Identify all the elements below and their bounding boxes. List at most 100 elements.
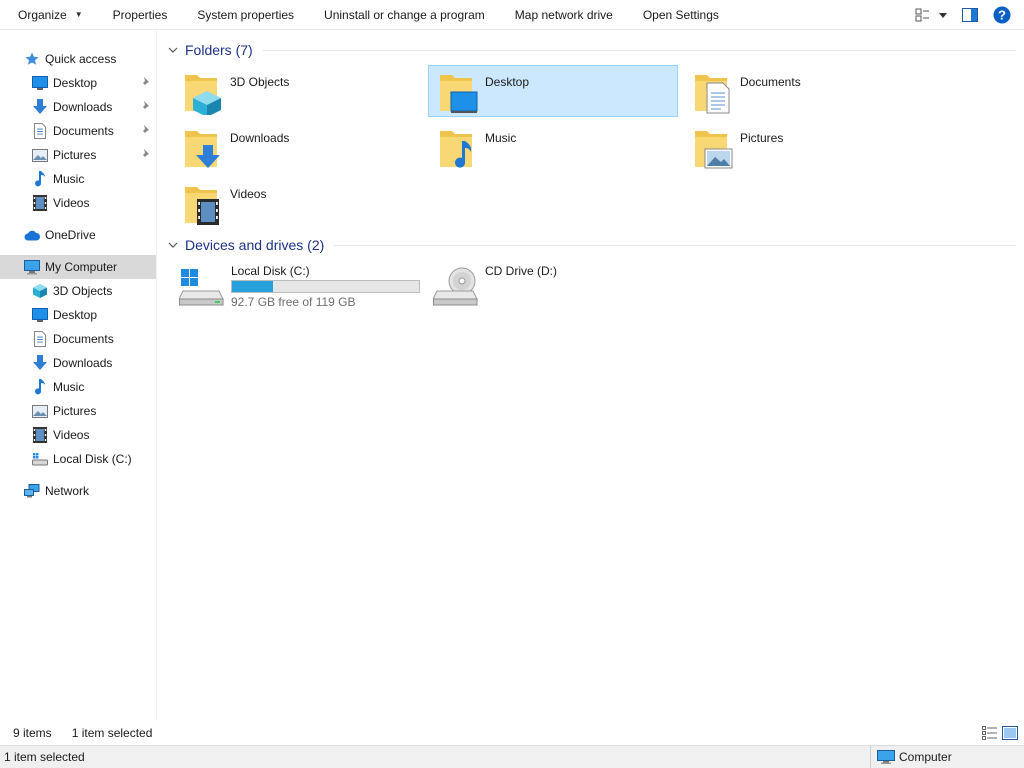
- document-icon: [31, 330, 49, 348]
- map-network-drive-button[interactable]: Map network drive: [500, 0, 628, 30]
- folder-tile-desktop[interactable]: Desktop: [428, 65, 678, 117]
- folder-tile-3d-objects[interactable]: 3D Objects: [173, 65, 423, 117]
- film-strip-icon: [31, 426, 49, 444]
- folders-group-header[interactable]: Folders (7): [166, 38, 1016, 62]
- chevron-down-icon: [166, 47, 180, 53]
- tile-label: Downloads: [230, 131, 290, 145]
- nav-quick-documents[interactable]: Documents: [0, 119, 156, 143]
- tile-label: Desktop: [485, 75, 530, 89]
- folder-tile-downloads[interactable]: Downloads: [173, 121, 423, 173]
- music-note-icon: [31, 378, 49, 396]
- nav-computer-3d-objects[interactable]: 3D Objects: [0, 279, 156, 303]
- pin-icon[interactable]: [140, 100, 152, 112]
- star-icon: [23, 50, 41, 68]
- system-properties-button[interactable]: System properties: [182, 0, 309, 30]
- file-list-view: Folders (7) 3D Objects Desktop Documents…: [160, 31, 1024, 721]
- film-strip-icon: [31, 194, 49, 212]
- pin-icon[interactable]: [140, 124, 152, 136]
- chevron-down-icon: ▼: [74, 10, 83, 19]
- nav-onedrive[interactable]: OneDrive: [0, 223, 156, 247]
- nav-label: Downloads: [53, 356, 113, 370]
- nav-label: Music: [53, 172, 85, 186]
- nav-quick-pictures[interactable]: Pictures: [0, 143, 156, 167]
- folder-downloads-icon: [185, 131, 220, 168]
- folder-desktop-icon: [440, 75, 478, 113]
- organize-label: Organize: [18, 7, 67, 22]
- open-settings-button[interactable]: Open Settings: [628, 0, 734, 30]
- change-view-button[interactable]: [910, 0, 954, 30]
- command-bar: Organize ▼ Properties System properties …: [0, 0, 1024, 30]
- nav-label: Local Disk (C:): [53, 452, 132, 466]
- drive-tile-local-disk[interactable]: Local Disk (C:) 92.7 GB free of 119 GB: [161, 261, 420, 313]
- nav-label: Music: [53, 380, 85, 394]
- nav-label: Pictures: [53, 148, 97, 162]
- cloud-icon: [23, 226, 41, 244]
- pin-icon[interactable]: [140, 148, 152, 160]
- drives-group-header[interactable]: Devices and drives (2): [166, 233, 1016, 257]
- properties-button[interactable]: Properties: [98, 0, 183, 30]
- details-view-icon[interactable]: [982, 726, 998, 740]
- group-title: Folders (7): [185, 42, 253, 58]
- folder-tile-music[interactable]: Music: [428, 121, 678, 173]
- disk-usage-fill: [232, 281, 274, 292]
- bottom-selected-count: 1 item selected: [4, 750, 85, 764]
- nav-computer-downloads[interactable]: Downloads: [0, 351, 156, 375]
- nav-label: Network: [45, 484, 90, 498]
- computer-icon: [877, 750, 895, 764]
- desktop-icon: [31, 74, 49, 92]
- nav-quick-downloads[interactable]: Downloads: [0, 95, 156, 119]
- organize-button[interactable]: Organize ▼: [0, 0, 98, 30]
- folder-tile-videos[interactable]: Videos: [173, 177, 423, 229]
- tile-label: Documents: [740, 75, 801, 89]
- nav-label: Documents: [53, 124, 114, 138]
- nav-label: Desktop: [53, 308, 98, 322]
- tile-label: Music: [485, 131, 517, 145]
- nav-label: Downloads: [53, 100, 113, 114]
- zone-indicator: Computer: [870, 746, 952, 768]
- chevron-down-icon: [166, 242, 180, 248]
- help-icon: ?: [993, 6, 1011, 24]
- tile-label: Pictures: [740, 131, 784, 145]
- nav-computer-local-disk[interactable]: Local Disk (C:): [0, 447, 156, 471]
- item-count: 9 items: [13, 726, 52, 740]
- help-button[interactable]: ?: [986, 0, 1018, 30]
- uninstall-program-button[interactable]: Uninstall or change a program: [309, 0, 500, 30]
- nav-computer-documents[interactable]: Documents: [0, 327, 156, 351]
- nav-label: Desktop: [53, 76, 98, 90]
- nav-computer-pictures[interactable]: Pictures: [0, 399, 156, 423]
- nav-quick-access[interactable]: Quick access: [0, 47, 156, 71]
- download-arrow-icon: [31, 354, 49, 372]
- nav-label: My Computer: [45, 260, 118, 274]
- status-bar: 9 items 1 item selected: [0, 722, 1024, 744]
- nav-quick-music[interactable]: Music: [0, 167, 156, 191]
- window-status-bar: 1 item selected Computer: [0, 745, 1024, 768]
- folder-tile-pictures[interactable]: Pictures: [683, 121, 933, 173]
- nav-quick-videos[interactable]: Videos: [0, 191, 156, 215]
- nav-computer-music[interactable]: Music: [0, 375, 156, 399]
- nav-label: Videos: [53, 196, 90, 210]
- folder-music-icon: [440, 131, 472, 168]
- pin-icon[interactable]: [140, 76, 152, 88]
- group-divider: [334, 244, 1016, 246]
- drive-label: Local Disk (C:): [231, 264, 310, 278]
- nav-label: OneDrive: [45, 228, 96, 242]
- drive-tile-cd-drive[interactable]: CD Drive (D:): [415, 261, 665, 313]
- folder-pictures-icon: [695, 131, 733, 169]
- download-arrow-icon: [31, 98, 49, 116]
- nav-computer-videos[interactable]: Videos: [0, 423, 156, 447]
- network-icon: [23, 482, 41, 500]
- disk-usage-bar: [231, 280, 420, 293]
- preview-pane-button[interactable]: [954, 0, 986, 30]
- picture-icon: [31, 402, 49, 420]
- local-disk-icon: [31, 450, 49, 468]
- folder-tile-documents[interactable]: Documents: [683, 65, 933, 117]
- nav-label: Documents: [53, 332, 114, 346]
- nav-computer-desktop[interactable]: Desktop: [0, 303, 156, 327]
- computer-icon: [23, 258, 41, 276]
- nav-my-computer[interactable]: My Computer: [0, 255, 156, 279]
- svg-text:?: ?: [998, 8, 1006, 23]
- large-icons-view-icon[interactable]: [1002, 726, 1018, 740]
- nav-network[interactable]: Network: [0, 479, 156, 503]
- tile-label: 3D Objects: [230, 75, 290, 89]
- nav-quick-desktop[interactable]: Desktop: [0, 71, 156, 95]
